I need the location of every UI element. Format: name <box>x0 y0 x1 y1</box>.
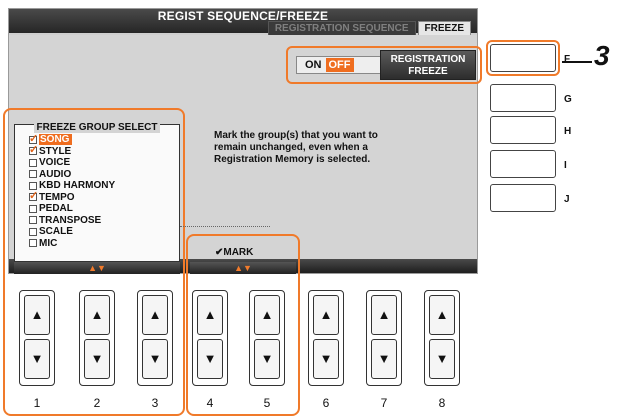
up-button-3[interactable]: ▲ <box>142 295 168 335</box>
up-button-4[interactable]: ▲ <box>197 295 223 335</box>
group-item-song[interactable]: SONG <box>29 132 115 146</box>
tab-registration-sequence[interactable]: REGISTRATION SEQUENCE <box>267 21 416 35</box>
button-i-label: I <box>564 160 567 171</box>
group-item-mic[interactable]: MIC <box>29 238 115 250</box>
button-f[interactable] <box>490 44 556 72</box>
group-item-label: SCALE <box>39 226 73 238</box>
button-h[interactable] <box>490 116 556 144</box>
off-label: OFF <box>325 58 354 72</box>
registration-freeze-label-1: REGISTRATION <box>390 54 466 65</box>
group-item-tempo[interactable]: TEMPO <box>29 189 115 204</box>
registration-freeze-label-2: FREEZE <box>408 66 448 77</box>
up-down-button-4: ▲ ▼ <box>192 290 228 386</box>
group-item-style[interactable]: STYLE <box>29 143 115 158</box>
group-item-label: PEDAL <box>39 203 73 215</box>
down-button-8[interactable]: ▼ <box>429 339 455 379</box>
button-g-label: G <box>564 94 572 105</box>
up-button-6[interactable]: ▲ <box>313 295 339 335</box>
group-item-scale[interactable]: SCALE <box>29 226 115 238</box>
checkbox[interactable] <box>29 239 37 248</box>
step-callout-number: 3 <box>594 40 610 71</box>
up-down-button-6: ▲ ▼ <box>308 290 344 386</box>
checkbox[interactable] <box>29 158 37 167</box>
checkbox[interactable] <box>29 204 37 213</box>
mark-label: ✔MARK <box>215 247 254 258</box>
button-number-label: 1 <box>33 396 41 410</box>
down-button-1[interactable]: ▼ <box>24 339 50 379</box>
up-button-7[interactable]: ▲ <box>371 295 397 335</box>
button-number-label: 5 <box>263 396 271 410</box>
down-button-5[interactable]: ▼ <box>254 339 280 379</box>
group-item-label: TRANSPOSE <box>39 214 102 226</box>
checkbox[interactable] <box>29 170 37 179</box>
group-item-label: SONG <box>39 134 73 146</box>
group-item-label: KBD HARMONY <box>39 180 116 192</box>
group-item-voice[interactable]: VOICE <box>29 157 115 169</box>
checkbox[interactable] <box>29 227 37 236</box>
button-number-label: 7 <box>380 396 388 410</box>
button-number-label: 2 <box>93 396 101 410</box>
up-down-button-2: ▲ ▼ <box>79 290 115 386</box>
checkbox[interactable] <box>29 143 38 156</box>
tab-freeze[interactable]: FREEZE <box>417 21 471 35</box>
up-down-button-7: ▲ ▼ <box>366 290 402 386</box>
button-number-label: 4 <box>206 396 214 410</box>
tab-bar: REGISTRATION SEQUENCE FREEZE <box>267 21 471 35</box>
group-list: SONGSTYLEVOICEAUDIOKBD HARMONYTEMPOPEDAL… <box>29 132 115 250</box>
up-down-button-8: ▲ ▼ <box>424 290 460 386</box>
up-down-button-3: ▲ ▼ <box>137 290 173 386</box>
group-item-kbd-harmony[interactable]: KBD HARMONY <box>29 180 115 192</box>
mark-arrows: ▲▼ <box>190 262 296 274</box>
down-button-3[interactable]: ▼ <box>142 339 168 379</box>
description-text: Mark the group(s) that you want to remai… <box>214 130 378 165</box>
dotted-divider <box>180 226 270 230</box>
group-item-label: TEMPO <box>39 191 75 203</box>
button-i[interactable] <box>490 150 556 178</box>
up-down-button-1: ▲ ▼ <box>19 290 55 386</box>
up-button-2[interactable]: ▲ <box>84 295 110 335</box>
button-j-label: J <box>564 194 570 205</box>
up-down-button-5: ▲ ▼ <box>249 290 285 386</box>
group-item-pedal[interactable]: PEDAL <box>29 203 115 215</box>
checkbox[interactable] <box>29 189 38 202</box>
down-button-4[interactable]: ▼ <box>197 339 223 379</box>
group-item-transpose[interactable]: TRANSPOSE <box>29 215 115 227</box>
button-h-label: H <box>564 126 572 137</box>
freeze-group-select: FREEZE GROUP SELECT SONGSTYLEVOICEAUDIOK… <box>14 122 180 262</box>
on-off-toggle[interactable]: ON OFF <box>296 56 386 74</box>
button-number-label: 8 <box>438 396 446 410</box>
up-button-5[interactable]: ▲ <box>254 295 280 335</box>
group-select-arrows: ▲▼ <box>14 262 180 274</box>
group-item-label: VOICE <box>39 157 71 169</box>
button-number-label: 6 <box>322 396 330 410</box>
group-item-label: STYLE <box>39 145 72 157</box>
down-button-6[interactable]: ▼ <box>313 339 339 379</box>
group-select-title: FREEZE GROUP SELECT <box>33 122 161 133</box>
group-item-audio[interactable]: AUDIO <box>29 169 115 181</box>
group-item-label: AUDIO <box>39 168 72 180</box>
button-g[interactable] <box>490 84 556 112</box>
checkbox[interactable] <box>29 216 37 225</box>
down-button-2[interactable]: ▼ <box>84 339 110 379</box>
down-button-7[interactable]: ▼ <box>371 339 397 379</box>
group-item-label: MIC <box>39 237 58 249</box>
on-label: ON <box>305 59 322 71</box>
button-f-label: F <box>564 54 571 65</box>
up-button-8[interactable]: ▲ <box>429 295 455 335</box>
button-number-label: 3 <box>151 396 159 410</box>
up-button-1[interactable]: ▲ <box>24 295 50 335</box>
callout-line <box>562 61 592 63</box>
registration-freeze-button[interactable]: REGISTRATION FREEZE <box>380 50 476 80</box>
button-j[interactable] <box>490 184 556 212</box>
